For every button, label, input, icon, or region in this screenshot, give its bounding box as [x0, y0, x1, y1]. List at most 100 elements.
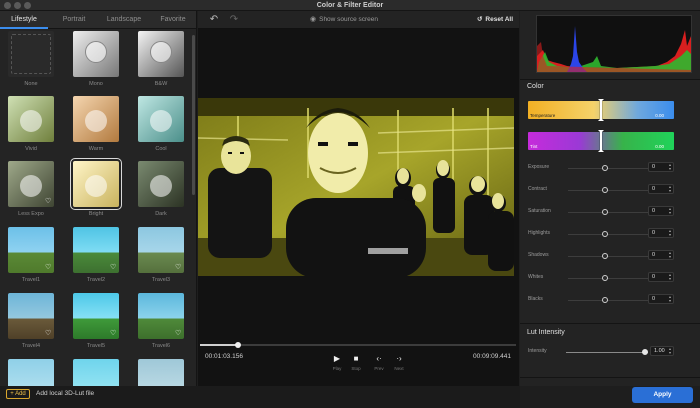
next-button[interactable]: ·› Next	[390, 354, 408, 376]
filter-item[interactable]: ♡ Travel4	[8, 293, 60, 355]
preview-area: ↶ ↷ ◉ Show source screen ↺ Reset All 00:…	[198, 11, 519, 386]
adjustment-value[interactable]: 0 ▴ ▾	[648, 228, 674, 238]
lut-intensity-handle[interactable]	[642, 349, 648, 355]
adjustment-handle[interactable]	[602, 187, 608, 193]
filter-label: Bright	[88, 211, 104, 217]
favorite-heart-icon[interactable]: ♡	[175, 264, 182, 271]
cup-image	[20, 175, 42, 197]
filter-item[interactable]: None	[8, 31, 60, 93]
adjustment-value[interactable]: 0 ▴ ▾	[648, 184, 674, 194]
filter-item[interactable]	[73, 359, 125, 386]
histogram-graph	[537, 26, 691, 72]
adjustment-row-highlights: Highlights 0 ▴ ▾	[520, 227, 700, 241]
divider	[520, 323, 700, 324]
favorite-heart-icon[interactable]: ♡	[110, 330, 117, 337]
adjustment-number: 0	[652, 252, 656, 258]
favorite-heart-icon[interactable]: ♡	[175, 330, 182, 337]
adjustment-number: 0	[652, 296, 656, 302]
filter-item[interactable]: ♡ Travel3	[138, 227, 190, 289]
video-image	[198, 98, 514, 276]
adjustment-slider[interactable]	[568, 190, 658, 191]
adjustment-number: 0	[652, 208, 656, 214]
filter-label: Travel2	[86, 277, 106, 283]
adjustment-slider[interactable]	[568, 212, 658, 213]
tint-label: Tint	[530, 144, 538, 149]
adjustment-value[interactable]: 0 ▴ ▾	[648, 162, 674, 172]
video-frame[interactable]	[198, 98, 514, 276]
filter-item[interactable]: B&W	[138, 31, 190, 93]
favorite-heart-icon[interactable]: ♡	[45, 198, 52, 205]
filter-scrollbar[interactable]	[192, 31, 195, 384]
favorite-heart-icon[interactable]: ♡	[110, 264, 117, 271]
favorite-heart-icon[interactable]: ♡	[45, 264, 52, 271]
stop-button[interactable]: ■ Stop	[347, 354, 365, 376]
adjustment-slider[interactable]	[568, 168, 658, 169]
filter-label: Warm	[88, 146, 104, 152]
undo-icon[interactable]: ↶	[208, 14, 220, 26]
add-lut-button[interactable]: + Add	[6, 389, 30, 399]
adjustment-value[interactable]: 0 ▴ ▾	[648, 206, 674, 216]
filter-item[interactable]: Warm	[73, 96, 125, 158]
tint-slider[interactable]: Tint 0.00	[528, 130, 674, 152]
filter-item[interactable]: ♡ Travel5	[73, 293, 125, 355]
prev-button[interactable]: ‹· Prev	[370, 354, 388, 376]
adjustment-handle[interactable]	[602, 297, 608, 303]
filter-label: Dark	[155, 211, 167, 217]
next-icon: ·›	[396, 354, 402, 363]
adjustment-label: Whites	[528, 274, 544, 280]
temperature-handle[interactable]	[598, 99, 604, 121]
adjustment-slider[interactable]	[568, 256, 658, 257]
filter-thumbnail: ♡	[73, 227, 119, 273]
redo-icon[interactable]: ↷	[228, 14, 240, 26]
adjustment-value[interactable]: 0 ▴ ▾	[648, 294, 674, 304]
filter-item[interactable]: ♡ Travel1	[8, 227, 60, 289]
play-button[interactable]: ▶ Play	[328, 354, 346, 376]
apply-button[interactable]: Apply	[632, 387, 693, 403]
adjustment-handle[interactable]	[602, 209, 608, 215]
lut-intensity-value[interactable]: 1.00 ▴ ▾	[650, 346, 674, 356]
adjustment-handle[interactable]	[602, 165, 608, 171]
histogram	[536, 15, 692, 73]
adjustment-slider[interactable]	[568, 234, 658, 235]
tab-favorite[interactable]: Favorite	[150, 11, 196, 29]
adjustment-handle[interactable]	[602, 275, 608, 281]
temperature-slider[interactable]: Temperature 0.00	[528, 99, 674, 121]
lut-intensity-slider[interactable]	[566, 352, 648, 353]
adjustment-value[interactable]: 0 ▴ ▾	[648, 272, 674, 282]
tint-handle[interactable]	[598, 130, 604, 152]
filter-item[interactable]	[8, 359, 60, 386]
seek-bar-progress	[200, 344, 238, 346]
filter-item[interactable]: Cool	[138, 96, 190, 158]
filter-item[interactable]	[138, 359, 190, 386]
seek-bar[interactable]	[200, 342, 516, 348]
filter-item[interactable]: ♡ Less Expo	[8, 161, 60, 223]
show-source-toggle[interactable]: ◉ Show source screen	[310, 11, 378, 29]
adjustment-slider[interactable]	[568, 278, 658, 279]
filter-item[interactable]: ♡ Travel6	[138, 293, 190, 355]
reset-all-button[interactable]: ↺ Reset All	[477, 11, 513, 29]
filter-label: Mono	[89, 81, 103, 87]
filter-item[interactable]: Bright	[70, 158, 125, 223]
tab-portrait[interactable]: Portrait	[50, 11, 98, 29]
filter-label: Travel1	[21, 277, 41, 283]
adjustment-slider[interactable]	[568, 300, 658, 301]
filter-item[interactable]: ♡ Travel2	[73, 227, 125, 289]
adjustment-value[interactable]: 0 ▴ ▾	[648, 250, 674, 260]
no-filter-placeholder	[11, 34, 51, 74]
adjustment-handle[interactable]	[602, 253, 608, 259]
adjustment-handle[interactable]	[602, 231, 608, 237]
tab-landscape[interactable]: Landscape	[100, 11, 148, 29]
filter-thumbnail: ♡	[138, 293, 184, 339]
filter-thumbnail	[8, 96, 54, 142]
title-bar: Color & Filter Editor	[0, 0, 700, 11]
tint-value: 0.00	[655, 144, 664, 149]
cup-image	[150, 175, 172, 197]
favorite-heart-icon[interactable]: ♡	[45, 330, 52, 337]
filter-thumbnail	[138, 31, 184, 77]
filter-scrollbar-thumb[interactable]	[192, 35, 195, 195]
filter-item[interactable]: Mono	[73, 31, 125, 93]
seek-bar-handle[interactable]	[234, 342, 241, 348]
tab-lifestyle[interactable]: Lifestyle	[0, 11, 48, 29]
filter-item[interactable]: Dark	[138, 161, 190, 223]
filter-item[interactable]: Vivid	[8, 96, 60, 158]
